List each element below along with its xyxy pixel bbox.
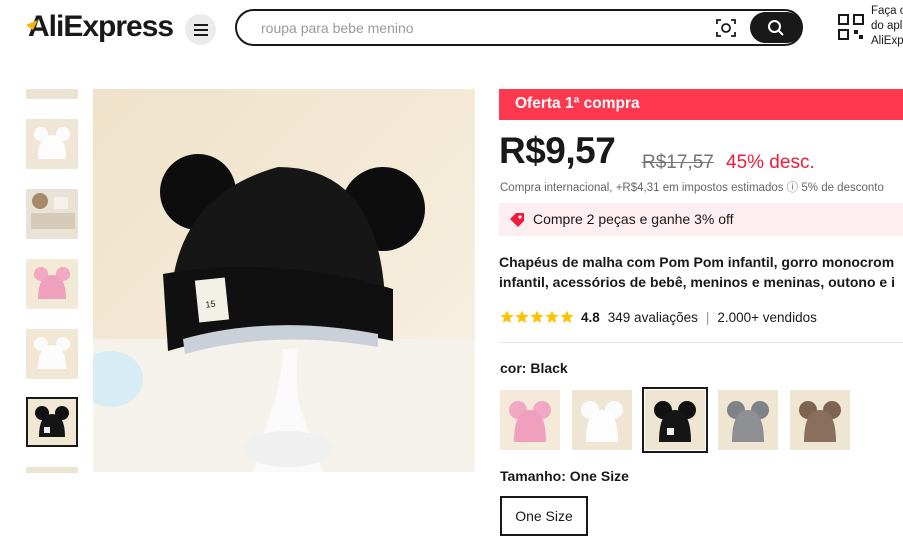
- size-label: Tamanho: One Size: [500, 468, 629, 484]
- pink-hat-image: [26, 259, 78, 309]
- svg-text:15: 15: [205, 299, 216, 310]
- aliexpress-logo[interactable]: AliExpress: [26, 10, 174, 44]
- title-line: Chapéus de malha com Pom Pom infantil, g…: [499, 254, 895, 270]
- thumbnail-partial-bottom[interactable]: [26, 467, 78, 473]
- star-icon: [515, 310, 529, 323]
- first-purchase-offer-banner: Oferta 1ª compra: [499, 89, 903, 120]
- search-bar: [235, 9, 803, 46]
- star-icon: [530, 310, 544, 323]
- thumbnail-pink-hat[interactable]: [26, 259, 78, 309]
- logo-star-icon: [26, 20, 38, 30]
- thumbnail-partial[interactable]: [26, 89, 78, 99]
- promo-text: Compre 2 peças e ganhe 3% off: [533, 211, 734, 227]
- discount-badge: 45% desc.: [726, 152, 815, 173]
- color-label: cor: Black: [500, 360, 568, 376]
- thumbnail-black-hat[interactable]: [26, 397, 78, 447]
- color-option-white[interactable]: [572, 390, 632, 450]
- menu-button[interactable]: [185, 14, 216, 45]
- image-search-icon[interactable]: [715, 17, 737, 39]
- app-promo-line: do apl: [871, 20, 903, 32]
- search-button[interactable]: [750, 12, 802, 43]
- title-line: infantil, acessórios de bebê, meninos e …: [499, 274, 895, 290]
- logo-text: AliExpress: [28, 10, 174, 43]
- app-promo-line: Faça o: [871, 5, 903, 17]
- app-download-promo[interactable]: Faça o do apl AliExpr: [871, 4, 903, 49]
- divider: [499, 342, 903, 343]
- star-icon: [560, 310, 574, 323]
- color-option-brown[interactable]: [790, 390, 850, 450]
- search-icon: [768, 19, 784, 36]
- separator: |: [705, 309, 710, 325]
- star-icon: [545, 310, 559, 323]
- brown-hat-swatch: [790, 390, 850, 450]
- size-option-one-size[interactable]: One Size: [500, 496, 588, 536]
- gray-hat-swatch: [718, 390, 778, 450]
- qr-code-icon[interactable]: [838, 14, 864, 40]
- current-price: R$9,57: [499, 130, 616, 171]
- color-option-black[interactable]: [642, 387, 708, 453]
- sold-count: 2.000+ vendidos: [717, 309, 817, 325]
- thumbnail-white-hat-2[interactable]: [26, 329, 78, 379]
- hat-detail-image: [26, 189, 78, 239]
- main-product-image[interactable]: 15: [93, 89, 475, 472]
- black-pompom-hat-image: 15: [93, 89, 475, 472]
- rating-row[interactable]: 4.8 349 avaliações | 2.000+ vendidos: [500, 308, 817, 326]
- app-promo-line: AliExpr: [871, 35, 903, 47]
- white-hat-image: [26, 119, 78, 169]
- star-icon: [500, 310, 514, 323]
- black-hat-swatch: [645, 390, 705, 450]
- product-title: Chapéus de malha com Pom Pom infantil, g…: [499, 252, 903, 292]
- thumbnail-white-hat[interactable]: [26, 119, 78, 169]
- tax-note: Compra internacional, +R$4,31 em imposto…: [500, 182, 884, 194]
- black-hat-image: [28, 399, 76, 445]
- color-option-pink[interactable]: [500, 390, 560, 450]
- hamburger-icon: [193, 23, 208, 36]
- white-hat-image: [26, 329, 78, 379]
- original-price: R$17,57: [642, 152, 714, 173]
- tag-icon: [510, 213, 524, 227]
- rating-score: 4.8: [581, 309, 600, 325]
- white-hat-swatch: [572, 390, 632, 450]
- rating-stars: [500, 310, 574, 324]
- search-input[interactable]: [259, 18, 689, 38]
- thumbnail-detail[interactable]: [26, 189, 78, 239]
- review-count[interactable]: 349 avaliações: [608, 310, 698, 325]
- pink-hat-swatch: [500, 390, 560, 450]
- color-option-gray[interactable]: [718, 390, 778, 450]
- bundle-promo-banner[interactable]: Compre 2 peças e ganhe 3% off: [499, 203, 903, 236]
